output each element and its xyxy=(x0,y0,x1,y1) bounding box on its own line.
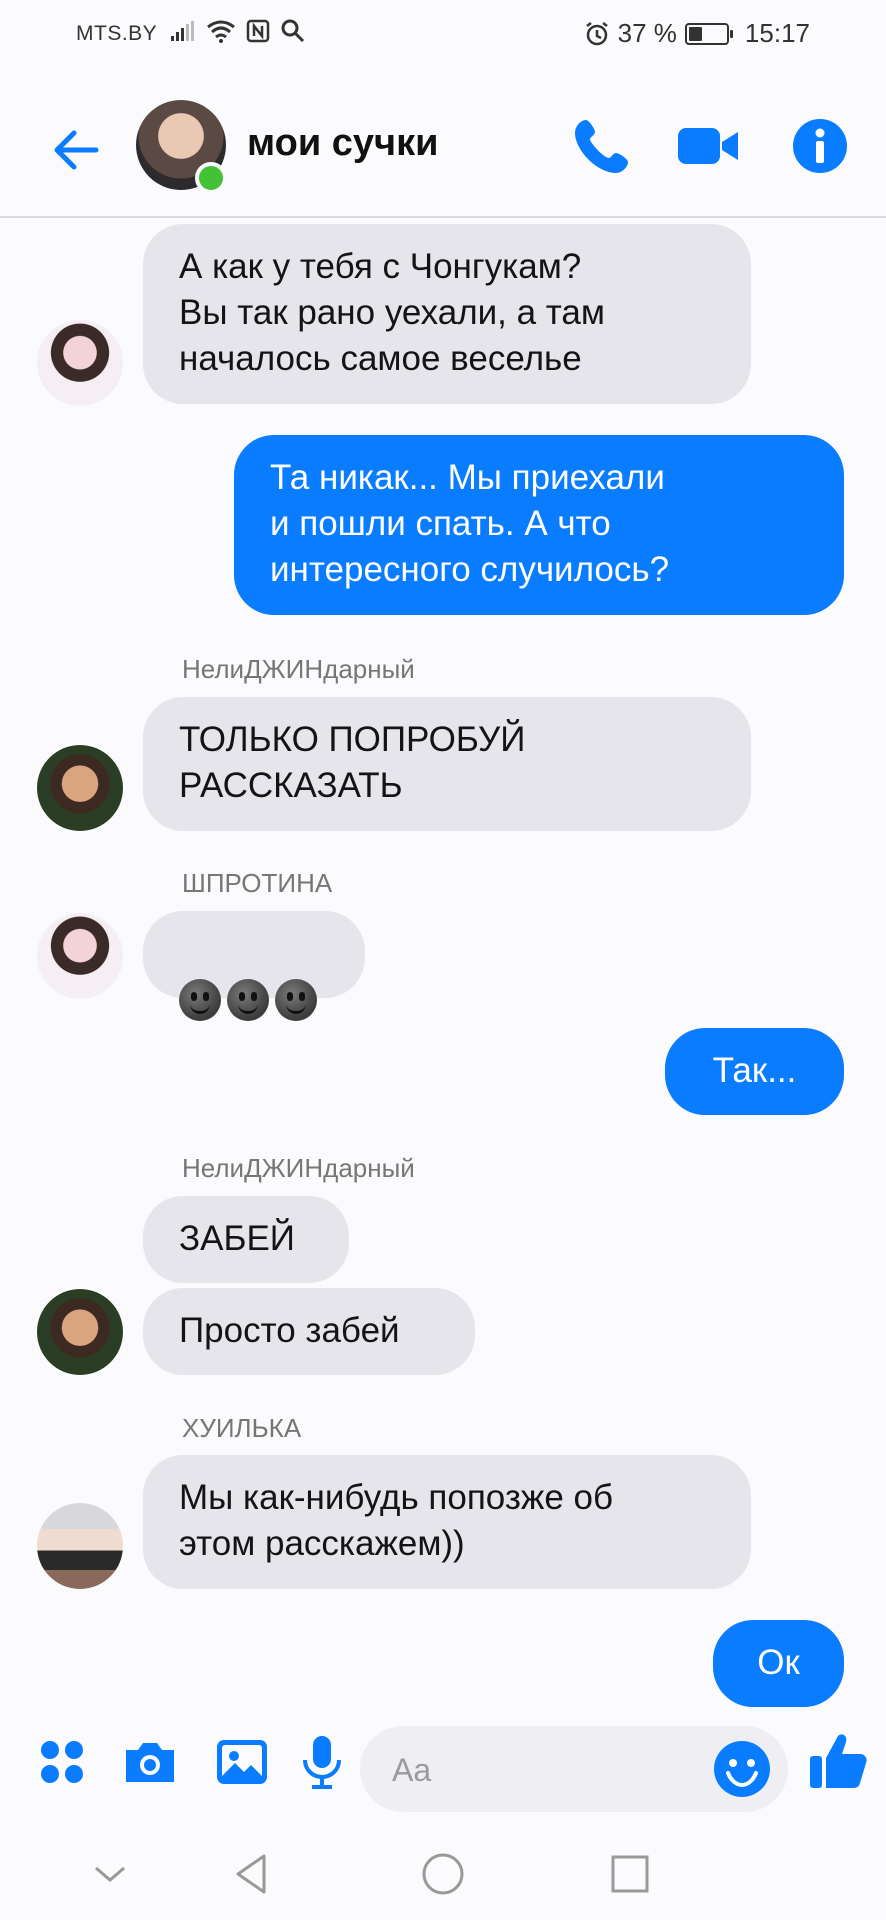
chat-header: мои сучки xyxy=(0,84,886,218)
emoji-message[interactable] xyxy=(143,911,365,1021)
sender-name: НелиДЖИНдарный xyxy=(182,654,415,684)
battery-icon xyxy=(684,22,733,45)
grinning-face-emoji xyxy=(179,979,221,1021)
incoming-message[interactable]: А как у тебя с Чонгукам? Вы так рано уех… xyxy=(143,224,751,404)
sender-avatar[interactable] xyxy=(37,1289,123,1375)
incoming-message[interactable]: ТОЛЬКО ПОПРОБУЙ РАССКАЗАТЬ xyxy=(143,697,751,831)
online-status-dot xyxy=(195,162,227,194)
alarm-icon xyxy=(585,21,608,45)
chevron-down-icon[interactable] xyxy=(84,1848,136,1900)
grinning-face-emoji xyxy=(227,979,269,1021)
microphone-icon[interactable] xyxy=(292,1732,352,1792)
recents-square-icon[interactable] xyxy=(604,1848,656,1900)
sender-avatar[interactable] xyxy=(37,320,123,406)
message-input[interactable] xyxy=(390,1746,694,1794)
emoji-icon[interactable] xyxy=(712,1739,772,1799)
gallery-icon[interactable] xyxy=(212,1732,272,1792)
clock: 15:17 xyxy=(744,18,810,48)
outgoing-message[interactable]: Так... xyxy=(665,1028,844,1115)
message-input-box[interactable] xyxy=(360,1726,788,1812)
nfc-icon xyxy=(246,19,270,43)
sender-name: ШПРОТИНА xyxy=(182,868,333,898)
phone-icon[interactable] xyxy=(570,114,634,178)
incoming-message[interactable]: Просто забей xyxy=(143,1288,475,1375)
incoming-message[interactable]: Мы как-нибудь попозже об этом расскажем)… xyxy=(143,1455,751,1589)
home-circle-icon[interactable] xyxy=(417,1848,469,1900)
carrier-label: MTS.BY xyxy=(76,22,158,45)
incoming-message[interactable]: ЗАБЕЙ xyxy=(143,1196,349,1283)
more-apps-icon[interactable] xyxy=(32,1732,92,1792)
wifi-icon xyxy=(207,20,235,43)
signal-icon xyxy=(171,21,194,41)
camera-icon[interactable] xyxy=(120,1732,180,1792)
info-icon[interactable] xyxy=(788,114,852,178)
battery-percent: 37 % xyxy=(617,18,677,48)
status-bar: MTS.BY 37 % 15:17 xyxy=(0,0,886,70)
sender-name: НелиДЖИНдарный xyxy=(182,1153,415,1183)
message-composer xyxy=(0,1710,886,1830)
back-triangle-icon[interactable] xyxy=(226,1848,278,1900)
sender-avatar[interactable] xyxy=(37,913,123,999)
sender-avatar[interactable] xyxy=(37,1503,123,1589)
thumbs-up-icon[interactable] xyxy=(806,1728,870,1792)
back-arrow-icon[interactable] xyxy=(48,122,104,178)
outgoing-message[interactable]: Та никак... Мы приехали и пошли спать. А… xyxy=(234,435,844,615)
sender-avatar[interactable] xyxy=(37,745,123,831)
system-nav-bar xyxy=(0,1830,886,1920)
grinning-face-emoji xyxy=(275,979,317,1021)
outgoing-message[interactable]: Ок xyxy=(713,1620,844,1707)
video-camera-icon[interactable] xyxy=(676,114,740,178)
sender-name: ХУИЛЬКА xyxy=(182,1413,302,1443)
chat-title[interactable]: мои сучки xyxy=(247,122,438,165)
search-icon xyxy=(281,19,305,43)
